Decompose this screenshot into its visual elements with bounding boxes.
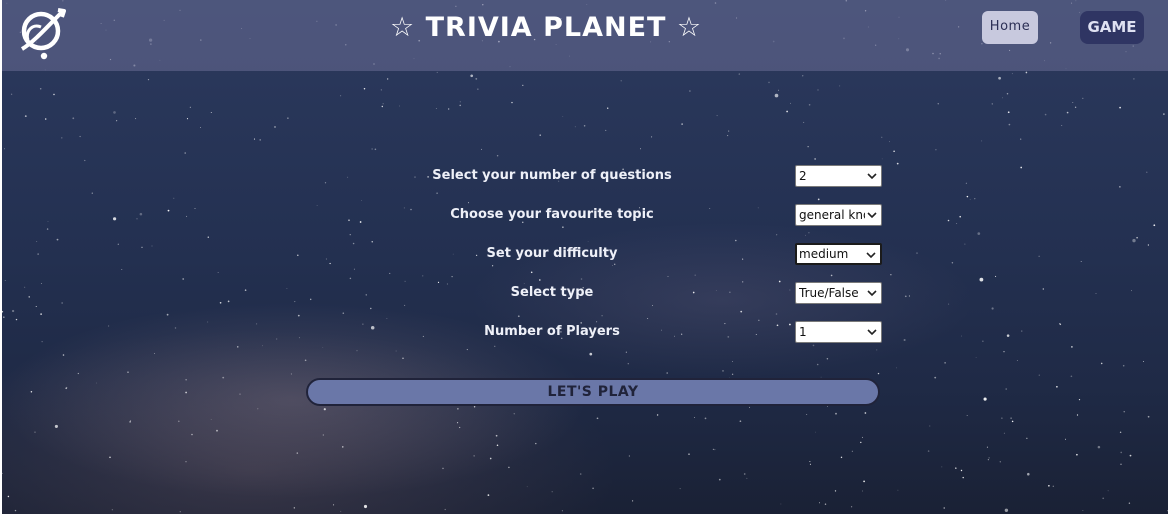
chevron-down-icon — [867, 329, 877, 336]
type-select[interactable]: True/False — [795, 282, 882, 304]
players-select-value: 1 — [799, 325, 807, 339]
page-background: ☆ TRIVIA PLANET ☆ Home GAME Select your … — [2, 0, 1168, 514]
questions-row: Select your number of questions 2 — [402, 164, 892, 188]
difficulty-select[interactable]: medium — [795, 243, 882, 265]
planet-logo-icon[interactable] — [12, 4, 72, 60]
questions-select[interactable]: 2 — [795, 165, 882, 187]
players-label: Number of Players — [484, 324, 620, 339]
chevron-down-icon — [867, 290, 877, 297]
difficulty-label: Set your difficulty — [486, 246, 618, 261]
chevron-down-icon — [867, 173, 877, 180]
topic-select[interactable]: general knowledge — [795, 204, 882, 226]
home-nav-button[interactable]: Home — [982, 11, 1038, 44]
type-select-value: True/False — [799, 286, 859, 300]
site-title: ☆ TRIVIA PLANET ☆ — [390, 12, 703, 43]
chevron-down-icon — [866, 252, 876, 259]
players-select[interactable]: 1 — [795, 321, 882, 343]
topic-label: Choose your favourite topic — [450, 207, 654, 222]
type-label: Select type — [510, 285, 594, 300]
lets-play-button[interactable]: LET'S PLAY — [306, 378, 880, 406]
questions-label: Select your number of questions — [432, 168, 672, 183]
type-row: Select type True/False — [402, 281, 892, 305]
players-row: Number of Players 1 — [402, 320, 892, 344]
topic-row: Choose your favourite topic general know… — [402, 203, 892, 227]
chevron-down-icon — [867, 212, 877, 219]
questions-select-value: 2 — [799, 169, 807, 183]
game-nav-button[interactable]: GAME — [1080, 11, 1144, 44]
difficulty-select-value: medium — [799, 247, 849, 261]
difficulty-row: Set your difficulty medium — [402, 242, 892, 266]
topic-select-value: general knowledge — [799, 208, 865, 222]
header-bar: ☆ TRIVIA PLANET ☆ Home GAME — [2, 0, 1168, 71]
